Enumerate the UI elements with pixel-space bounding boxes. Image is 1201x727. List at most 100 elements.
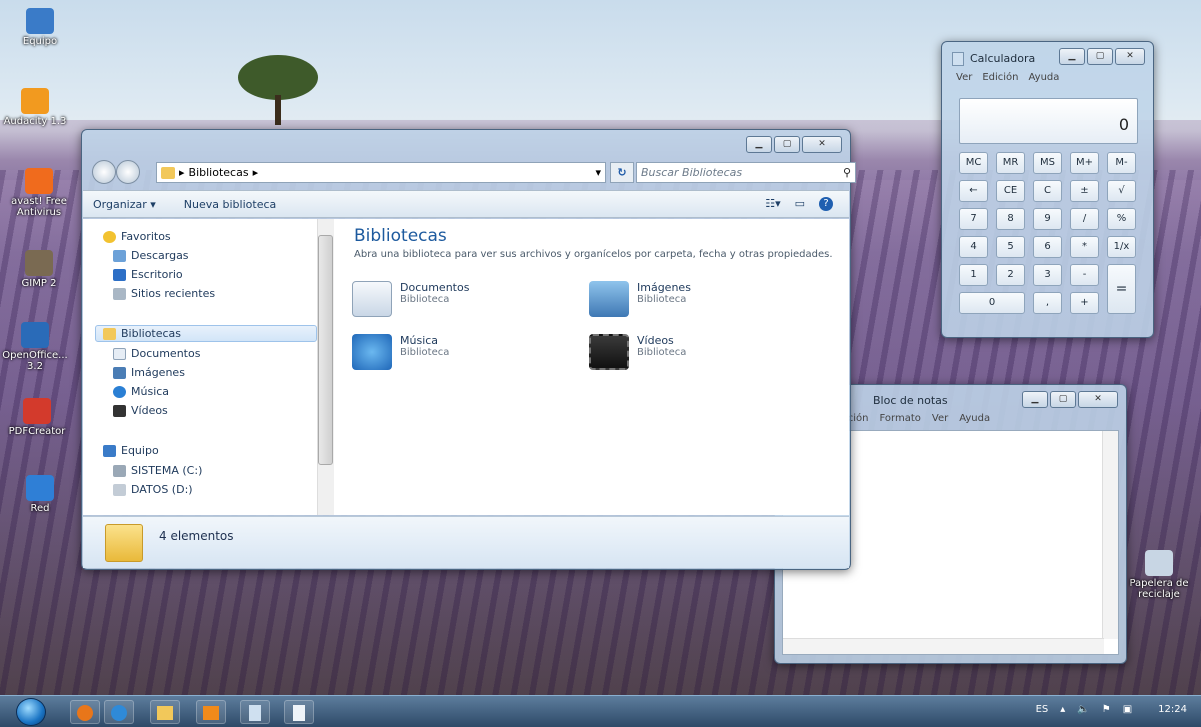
new-library-button[interactable]: Nueva biblioteca xyxy=(184,198,276,211)
horizontal-scrollbar[interactable] xyxy=(783,638,1104,654)
calculator-window[interactable]: Calculadora ▁ ▢ ✕ Ver Edición Ayuda 0 MC… xyxy=(941,41,1154,338)
search-input[interactable]: Buscar Bibliotecas ⚲ xyxy=(636,162,856,183)
menu-formato[interactable]: Formato xyxy=(880,413,921,424)
maximize-button[interactable]: ▢ xyxy=(774,136,800,153)
star-icon xyxy=(103,230,116,243)
nav-drive-d[interactable]: DATOS (D:) xyxy=(113,481,193,498)
key-percent[interactable]: % xyxy=(1107,208,1136,230)
desktop-icon-red[interactable]: Red xyxy=(5,475,75,514)
taskbar-calculator[interactable] xyxy=(240,700,270,724)
library-musica[interactable]: Música Biblioteca xyxy=(352,334,449,370)
nav-videos[interactable]: Vídeos xyxy=(113,402,168,419)
minimize-button[interactable]: ▁ xyxy=(1059,48,1085,65)
clock[interactable]: 12:24 xyxy=(1158,704,1187,715)
close-button[interactable]: ✕ xyxy=(1115,48,1145,65)
show-hidden-icons[interactable]: ▴ xyxy=(1060,704,1065,715)
back-button[interactable] xyxy=(92,160,116,184)
key-mminus[interactable]: M- xyxy=(1107,152,1136,174)
explorer-window[interactable]: ▁ ▢ ✕ ▸ Bibliotecas ▸ ▾ ↻ Buscar Bibliot… xyxy=(81,129,856,570)
minimize-button[interactable]: ▁ xyxy=(1022,391,1048,408)
key-multiply[interactable]: * xyxy=(1070,236,1099,258)
maximize-button[interactable]: ▢ xyxy=(1050,391,1076,408)
network-icon[interactable]: ▣ xyxy=(1123,704,1132,715)
key-4[interactable]: 4 xyxy=(959,236,988,258)
taskbar-firefox[interactable] xyxy=(70,700,100,724)
nav-descargas[interactable]: Descargas xyxy=(113,247,189,264)
desktop-icon-avast[interactable]: avast! Free Antivirus xyxy=(4,168,74,218)
address-bar[interactable]: ▸ Bibliotecas ▸ ▾ xyxy=(156,162,606,183)
key-3[interactable]: 3 xyxy=(1033,264,1062,286)
volume-icon[interactable]: 🔈 xyxy=(1077,704,1089,715)
key-subtract[interactable]: - xyxy=(1070,264,1099,286)
key-1[interactable]: 1 xyxy=(959,264,988,286)
refresh-button[interactable]: ↻ xyxy=(610,162,634,183)
vertical-scrollbar[interactable] xyxy=(1102,431,1118,639)
key-6[interactable]: 6 xyxy=(1033,236,1062,258)
desktop-icon-openoffice[interactable]: OpenOffice... 3.2 xyxy=(0,322,70,372)
nav-sitios-recientes[interactable]: Sitios recientes xyxy=(113,285,215,302)
minimize-button[interactable]: ▁ xyxy=(746,136,772,153)
desktop-icon-pdfcreator[interactable]: PDFCreator xyxy=(2,398,72,437)
key-ce[interactable]: CE xyxy=(996,180,1025,202)
key-decimal[interactable]: , xyxy=(1033,292,1062,314)
taskbar-ie[interactable] xyxy=(104,700,134,724)
nav-documentos[interactable]: Documentos xyxy=(113,345,200,362)
key-9[interactable]: 9 xyxy=(1033,208,1062,230)
nav-musica[interactable]: Música xyxy=(113,383,169,400)
details-pane: 4 elementos xyxy=(83,516,849,568)
nav-imagenes[interactable]: Imágenes xyxy=(113,364,185,381)
key-5[interactable]: 5 xyxy=(996,236,1025,258)
key-sqrt[interactable]: √ xyxy=(1107,180,1136,202)
taskbar-media[interactable] xyxy=(196,700,226,724)
taskbar-notepad[interactable] xyxy=(284,700,314,724)
organize-button[interactable]: Organizar ▾ xyxy=(93,198,156,211)
key-2[interactable]: 2 xyxy=(996,264,1025,286)
key-ms[interactable]: MS xyxy=(1033,152,1062,174)
dropdown-arrow-icon[interactable]: ▾ xyxy=(595,166,605,179)
breadcrumb-bibliotecas[interactable]: Bibliotecas xyxy=(189,166,249,179)
key-add[interactable]: + xyxy=(1070,292,1099,314)
nav-favoritos[interactable]: Favoritos xyxy=(103,228,171,245)
library-imagenes[interactable]: Imágenes Biblioteca xyxy=(589,281,691,317)
menu-ayuda[interactable]: Ayuda xyxy=(959,413,990,424)
help-icon[interactable]: ? xyxy=(819,197,833,211)
preview-pane-icon[interactable]: ▭ xyxy=(795,197,805,211)
action-center-flag-icon[interactable]: ⚑ xyxy=(1102,704,1111,715)
key-mr[interactable]: MR xyxy=(996,152,1025,174)
search-icon[interactable]: ⚲ xyxy=(843,166,851,179)
library-documentos[interactable]: Documentos Biblioteca xyxy=(352,281,469,317)
desktop-icon-audacity[interactable]: Audacity 1.3 xyxy=(0,88,70,127)
menu-ver[interactable]: Ver xyxy=(956,72,972,83)
key-equals[interactable]: = xyxy=(1107,264,1136,314)
taskbar-explorer[interactable] xyxy=(150,700,180,724)
key-0[interactable]: 0 xyxy=(959,292,1025,314)
start-button[interactable] xyxy=(16,698,46,726)
menu-edicion[interactable]: Edición xyxy=(982,72,1018,83)
key-mplus[interactable]: M+ xyxy=(1070,152,1099,174)
close-button[interactable]: ✕ xyxy=(802,136,842,153)
key-c[interactable]: C xyxy=(1033,180,1062,202)
key-reciprocal[interactable]: 1/x xyxy=(1107,236,1136,258)
key-7[interactable]: 7 xyxy=(959,208,988,230)
language-indicator[interactable]: ES xyxy=(1036,704,1049,715)
key-divide[interactable]: / xyxy=(1070,208,1099,230)
desktop-icon-papelera[interactable]: Papelera de reciclaje xyxy=(1124,550,1194,600)
key-plusminus[interactable]: ± xyxy=(1070,180,1099,202)
desktop-icon-gimp[interactable]: GIMP 2 xyxy=(4,250,74,289)
maximize-button[interactable]: ▢ xyxy=(1087,48,1113,65)
forward-button[interactable] xyxy=(116,160,140,184)
nav-equipo[interactable]: Equipo xyxy=(103,442,159,459)
scrollbar-thumb[interactable] xyxy=(318,235,333,465)
nav-drive-c[interactable]: SISTEMA (C:) xyxy=(113,462,202,479)
view-options-icon[interactable]: ☷▾ xyxy=(765,197,780,211)
nav-escritorio[interactable]: Escritorio xyxy=(113,266,183,283)
menu-ver[interactable]: Ver xyxy=(932,413,948,424)
key-mc[interactable]: MC xyxy=(959,152,988,174)
menu-ayuda[interactable]: Ayuda xyxy=(1029,72,1060,83)
desktop-icon-equipo[interactable]: Equipo xyxy=(5,8,75,47)
close-button[interactable]: ✕ xyxy=(1078,391,1118,408)
key-backspace[interactable]: ← xyxy=(959,180,988,202)
nav-bibliotecas[interactable]: Bibliotecas xyxy=(95,325,317,342)
library-videos[interactable]: Vídeos Biblioteca xyxy=(589,334,686,370)
key-8[interactable]: 8 xyxy=(996,208,1025,230)
